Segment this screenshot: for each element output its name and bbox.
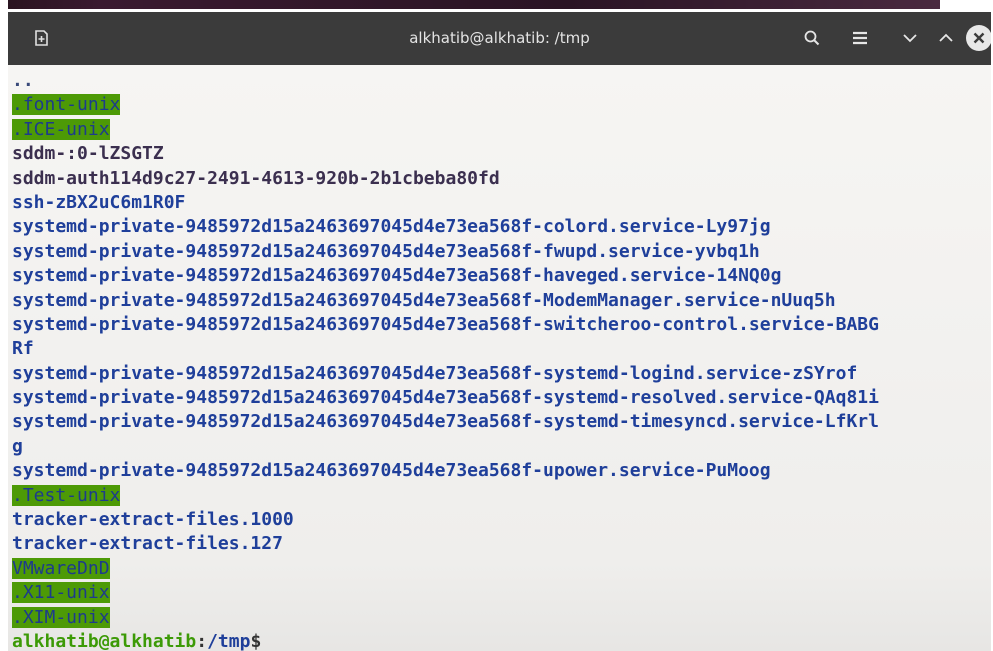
output-line: VMwareDnD (12, 557, 991, 581)
output-line: systemd-private-9485972d15a2463697045d4e… (12, 362, 991, 386)
maximize-button[interactable] (932, 24, 960, 52)
close-button[interactable] (966, 25, 991, 51)
chevron-down-icon (903, 34, 917, 43)
output-line-text: VMwareDnD (12, 557, 110, 579)
output-lines: .. .font-unix .ICE-unix sddm-:0-lZSGTZ sddm-… (12, 69, 991, 630)
output-line-text: systemd-private-9485972d15a2463697045d4e… (12, 289, 836, 311)
output-line: .ICE-unix (12, 118, 991, 142)
terminal-window[interactable]: alkhatib@alkhatib: /tmp .. .font-unix .I… (8, 12, 991, 651)
output-line: sddm-auth114d9c27-2491-4613-920b-2b1cbeb… (12, 167, 991, 191)
close-icon (973, 32, 985, 44)
output-line-text: systemd-private-9485972d15a2463697045d4e… (12, 240, 760, 262)
output-line: ssh-zBX2uC6m1R0F (12, 191, 991, 215)
output-line: systemd-private-9485972d15a2463697045d4e… (12, 215, 991, 239)
output-line: sddm-:0-lZSGTZ (12, 142, 991, 166)
output-line-text: systemd-private-9485972d15a2463697045d4e… (12, 411, 879, 433)
output-line: tracker-extract-files.1000 (12, 508, 991, 532)
output-line-text: .Test-unix (12, 484, 121, 506)
output-line: g (12, 435, 991, 459)
output-line-text: sddm-auth114d9c27-2491-4613-920b-2b1cbeb… (12, 167, 500, 189)
output-line-text: g (12, 435, 23, 457)
output-line-text: systemd-private-9485972d15a2463697045d4e… (12, 460, 771, 482)
prompt-path: /tmp (207, 630, 251, 651)
output-line-text: .X11-unix (12, 582, 110, 604)
output-line: .font-unix (12, 93, 991, 117)
output-line-text: systemd-private-9485972d15a2463697045d4e… (12, 313, 879, 335)
output-line: systemd-private-9485972d15a2463697045d4e… (12, 410, 991, 434)
output-line: systemd-private-9485972d15a2463697045d4e… (12, 289, 991, 313)
terminal-output[interactable]: .. .font-unix .ICE-unix sddm-:0-lZSGTZ sddm-… (8, 65, 991, 651)
output-line-text: .font-unix (12, 94, 121, 116)
search-button[interactable] (798, 24, 826, 52)
new-tab-button[interactable] (28, 24, 56, 52)
output-line-text: systemd-private-9485972d15a2463697045d4e… (12, 387, 879, 409)
output-line: systemd-private-9485972d15a2463697045d4e… (12, 386, 991, 410)
output-line-text: sddm-:0-lZSGTZ (12, 143, 164, 165)
output-line-text: systemd-private-9485972d15a2463697045d4e… (12, 362, 858, 384)
prompt-separator: : (196, 630, 208, 651)
hamburger-menu-icon (853, 31, 867, 45)
new-tab-icon (35, 30, 48, 46)
output-line: Rf (12, 337, 991, 361)
title-bar[interactable]: alkhatib@alkhatib: /tmp (8, 12, 991, 65)
output-line: systemd-private-9485972d15a2463697045d4e… (12, 459, 991, 483)
output-line-text: tracker-extract-files.1000 (12, 509, 294, 531)
window-title: alkhatib@alkhatib: /tmp (409, 29, 590, 47)
output-line: .X11-unix (12, 581, 991, 605)
output-line-text: .ICE-unix (12, 118, 110, 140)
menu-button[interactable] (846, 24, 874, 52)
prompt-symbol: $ (250, 630, 262, 651)
output-line: .. (12, 69, 991, 93)
output-line-text: systemd-private-9485972d15a2463697045d4e… (12, 265, 782, 287)
output-line: systemd-private-9485972d15a2463697045d4e… (12, 313, 991, 337)
output-line: systemd-private-9485972d15a2463697045d4e… (12, 264, 991, 288)
output-line-text: ssh-zBX2uC6m1R0F (12, 191, 186, 213)
output-line: systemd-private-9485972d15a2463697045d4e… (12, 240, 991, 264)
desktop-wallpaper-strip (8, 0, 940, 9)
desktop-background (0, 0, 993, 12)
shell-prompt[interactable]: alkhatib@alkhatib:/tmp$ (12, 630, 991, 651)
output-line-text: .XIM-unix (12, 606, 110, 628)
output-line: .XIM-unix (12, 606, 991, 630)
search-icon (804, 30, 820, 46)
output-line-text: systemd-private-9485972d15a2463697045d4e… (12, 216, 771, 238)
minimize-button[interactable] (896, 24, 924, 52)
output-line-text: tracker-extract-files.127 (12, 533, 283, 555)
prompt-user-host: alkhatib@alkhatib (12, 630, 197, 651)
chevron-up-icon (939, 33, 953, 42)
output-line: .Test-unix (12, 484, 991, 508)
output-line-text: .. (12, 70, 34, 91)
output-line-text: Rf (12, 338, 34, 360)
output-line: tracker-extract-files.127 (12, 532, 991, 556)
